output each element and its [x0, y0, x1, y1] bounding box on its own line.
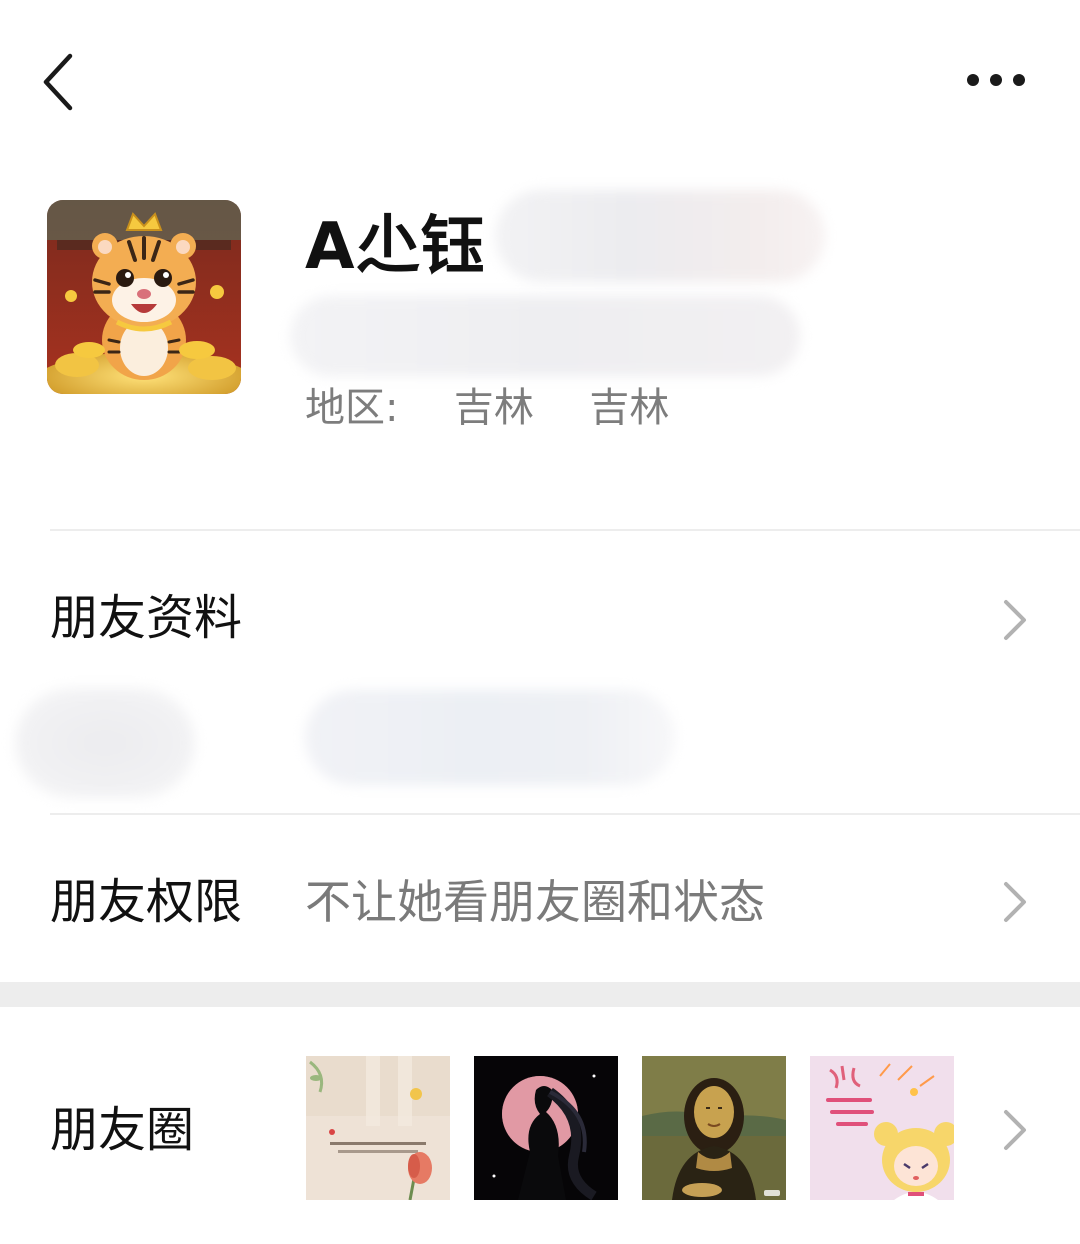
moment-thumb-silhouette[interactable] — [474, 1056, 618, 1200]
friend-info-label: 朋友资料 — [50, 590, 243, 646]
quote-flower-image-icon — [306, 1056, 450, 1200]
section-separator — [0, 982, 1080, 1007]
redacted-remark-label — [15, 688, 195, 798]
friend-info-row[interactable]: 朋友资料 — [0, 560, 1080, 680]
tiger-avatar-icon — [47, 200, 241, 394]
top-bar — [0, 0, 1080, 170]
cartoon-girl-image-icon — [810, 1056, 954, 1200]
chevron-left-icon — [43, 53, 73, 111]
moment-thumb-portrait-painting[interactable] — [642, 1056, 786, 1200]
divider — [50, 529, 1080, 531]
moment-thumb-cartoon-girl[interactable] — [810, 1056, 954, 1200]
back-button[interactable] — [28, 42, 98, 122]
redacted-wechat-id — [290, 296, 800, 376]
friend-permission-value: 不让她看朋友圈和状态 — [305, 875, 765, 929]
redacted-name-suffix — [495, 190, 825, 282]
friend-permission-row[interactable]: 朋友权限 不让她看朋友圈和状态 — [0, 840, 1080, 960]
more-dots-icon — [967, 74, 1025, 86]
nickname: A尐钰 — [305, 210, 486, 284]
silhouette-image-icon — [474, 1056, 618, 1200]
redacted-remark-value — [305, 690, 675, 785]
chevron-right-icon — [1004, 1110, 1026, 1150]
region-city: 吉林 — [589, 385, 670, 431]
moments-label: 朋友圈 — [50, 1102, 195, 1158]
chevron-right-icon — [1004, 600, 1026, 640]
avatar[interactable] — [47, 200, 241, 394]
divider — [50, 813, 1080, 815]
moment-thumb-quote-flower[interactable] — [306, 1056, 450, 1200]
region-province: 吉林 — [453, 385, 534, 431]
region-label: 地区: — [305, 385, 399, 431]
chevron-right-icon — [1004, 882, 1026, 922]
portrait-painting-image-icon — [642, 1056, 786, 1200]
region-line: 地区: 吉林 吉林 — [305, 380, 669, 436]
more-button[interactable] — [955, 55, 1045, 105]
friend-permission-label: 朋友权限 — [50, 874, 243, 930]
